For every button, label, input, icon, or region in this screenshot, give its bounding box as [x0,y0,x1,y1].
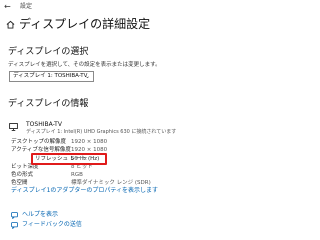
info-row-key: 色の形式 [11,172,34,178]
back-arrow-icon[interactable]: ← [4,1,11,13]
app-title: 設定 [20,3,33,10]
adapter-properties-link[interactable]: ディスプレイ1のアダプターのプロパティを表示します [11,187,158,195]
info-row-value: 標準ダイナミック レンジ (SDR) [71,180,151,186]
home-icon [6,20,15,29]
monitor-name: TOSHIBA-TV [26,121,62,128]
help-link[interactable]: ヘルプを表示 [22,211,58,219]
info-row-value: RGB [71,172,83,178]
monitor-icon [9,123,18,131]
info-row: デスクトップの解像度 1920 × 1080 [11,138,291,146]
info-row-key: 色空間 [11,180,28,186]
chevron-down-icon: ⌄ [84,73,90,80]
display-select-value: ディスプレイ 1: TOSHIBA-TV [13,73,88,79]
refresh-rate-highlight-box [31,153,107,165]
help-icon [11,212,18,219]
info-row: 色の形式 RGB [11,171,291,179]
select-display-description: ディスプレイを選択して、その設定を表示または変更します。 [8,62,161,68]
info-row-key: デスクトップの解像度 [11,139,67,145]
page-title: ディスプレイの詳細設定 [19,17,151,31]
info-row: 色空間 標準ダイナミック レンジ (SDR) [11,179,291,187]
info-row-value: 1920 × 1080 [71,139,108,145]
display-info-heading: ディスプレイの情報 [8,99,89,109]
monitor-subtitle: ディスプレイ 1: Intel(R) UHD Graphics 630 に接続さ… [26,129,177,135]
select-display-heading: ディスプレイの選択 [8,47,89,57]
title-bar: ← 設定 [0,0,300,14]
feedback-icon [11,222,18,229]
display-select-dropdown[interactable]: ディスプレイ 1: TOSHIBA-TV ⌄ [9,71,94,82]
feedback-link[interactable]: フィードバックの送信 [22,221,82,229]
